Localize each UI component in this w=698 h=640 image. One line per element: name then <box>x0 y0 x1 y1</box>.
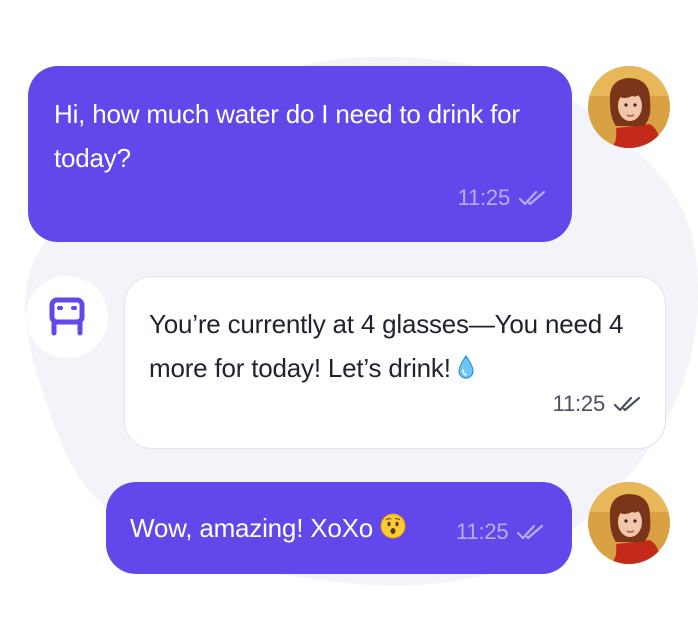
user-message-bubble: Hi, how much water do I need to drink fo… <box>28 66 572 242</box>
message-time: 11:25 <box>456 519 509 544</box>
message-meta: 11:25 <box>456 510 544 554</box>
user-avatar[interactable] <box>588 482 670 564</box>
bot-message-bubble: You’re currently at 4 glasses—You need 4… <box>124 276 666 449</box>
double-check-icon <box>516 524 544 540</box>
user-avatar[interactable] <box>588 66 670 148</box>
message-meta: 11:25 <box>458 176 546 220</box>
message-text: You’re currently at 4 glasses—You need 4… <box>149 302 641 392</box>
message-text: Wow, amazing! XoXo <box>130 513 374 543</box>
message-time: 11:25 <box>457 185 511 210</box>
message-text-content: You’re currently at 4 glasses—You need 4… <box>149 309 624 383</box>
double-check-icon <box>518 190 546 206</box>
bot-avatar <box>26 276 108 358</box>
astonished-face-emoji <box>380 508 406 552</box>
chat-container: Hi, how much water do I need to drink fo… <box>0 0 698 640</box>
robot-icon <box>49 297 85 336</box>
message-meta: 11:25 <box>553 382 641 426</box>
double-check-icon <box>613 396 641 412</box>
user-message-bubble: Wow, amazing! XoXo 11:25 <box>106 482 572 574</box>
message-text: Hi, how much water do I need to drink fo… <box>54 99 520 173</box>
water-drop-icon <box>458 348 474 392</box>
message-time: 11:25 <box>552 391 606 416</box>
